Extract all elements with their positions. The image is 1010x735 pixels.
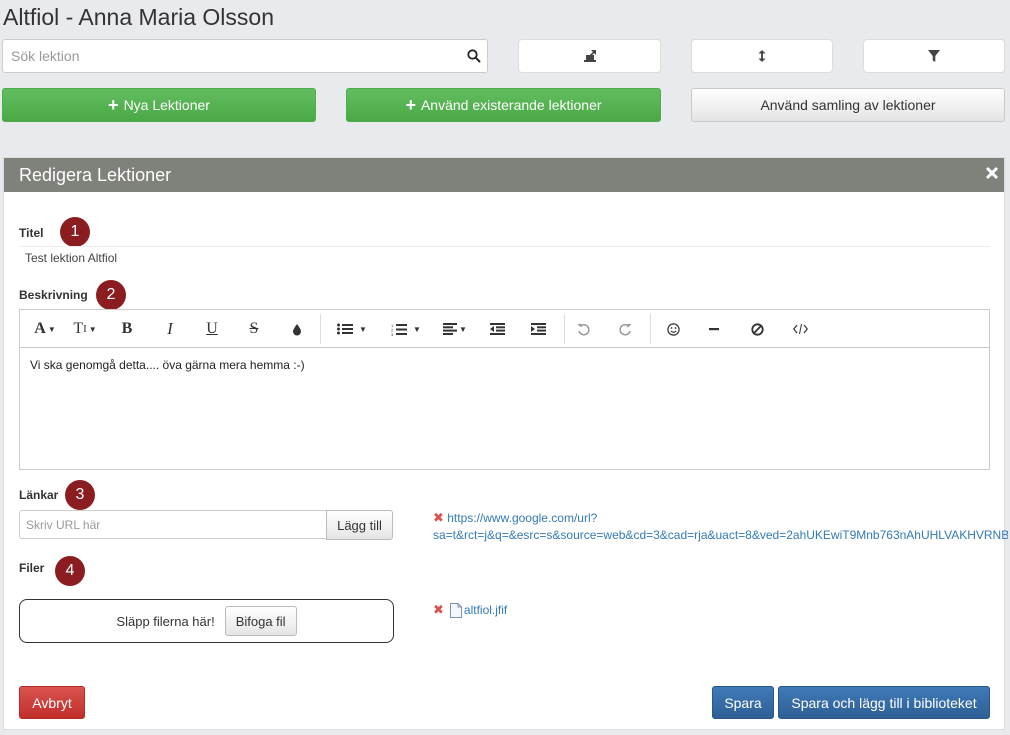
link-url-line2[interactable]: sa=t&rct=j&q=&esrc=s&source=web&cd=3&cad… <box>433 528 1008 542</box>
strikethrough-icon[interactable]: S <box>239 310 269 348</box>
bullet-list-icon[interactable]: ▼ <box>332 310 372 348</box>
file-item: ✖ altfiol.jfif <box>433 602 507 618</box>
use-collection-button[interactable]: Använd samling av lektioner <box>691 88 1005 122</box>
close-icon[interactable] <box>984 165 1000 181</box>
page-title: Altfiol - Anna Maria Olsson <box>3 4 275 30</box>
title-value[interactable]: Test lektion Altfiol <box>25 251 117 265</box>
bold-icon[interactable]: B <box>112 310 142 348</box>
svg-text:3: 3 <box>391 332 394 336</box>
rich-text-editor: A ▼ T I ▼ B I U S ▼ 1 2 3 ▼ ▼ Vi ska gen… <box>19 309 990 470</box>
sort-button[interactable] <box>691 39 833 73</box>
use-existing-label: Använd existerande lektioner <box>420 97 602 113</box>
save-to-library-button[interactable]: Spara och lägg till i biblioteket <box>778 686 990 719</box>
url-field <box>19 510 327 539</box>
plus-icon: + <box>405 95 416 115</box>
editor-content[interactable]: Vi ska genomgå detta.... öva gärna mera … <box>30 358 305 372</box>
code-view-icon[interactable] <box>785 310 815 348</box>
save-button[interactable]: Spara <box>712 686 774 719</box>
use-collection-label: Använd samling av lektioner <box>760 97 936 113</box>
description-label: Beskrivning <box>19 288 88 302</box>
edit-lessons-panel: Redigera Lektioner Titel 1 Test lektion … <box>3 157 1008 730</box>
files-label: Filer <box>19 561 45 575</box>
new-lessons-label: Nya Lektioner <box>123 97 210 113</box>
panel-header: Redigera Lektioner <box>4 158 1004 192</box>
attach-file-button[interactable]: Bifoga fil <box>224 606 297 636</box>
cancel-button[interactable]: Avbryt <box>19 686 85 719</box>
link-url-line1[interactable]: https://www.google.com/url? <box>447 511 597 525</box>
clear-format-icon[interactable] <box>742 310 772 348</box>
new-lessons-button[interactable]: + Nya Lektioner <box>2 88 316 122</box>
numbered-list-icon[interactable]: 1 2 3 ▼ <box>386 310 426 348</box>
underline-icon[interactable]: U <box>197 310 227 348</box>
filter-icon <box>928 50 940 62</box>
search-box <box>2 39 488 73</box>
remove-link-icon[interactable]: ✖ <box>433 510 444 525</box>
toolbar-separator <box>564 314 565 344</box>
add-link-button[interactable]: Lägg till <box>326 510 393 540</box>
editor-toolbar: A ▼ T I ▼ B I U S ▼ 1 2 3 ▼ ▼ <box>20 310 989 348</box>
remove-file-icon[interactable]: ✖ <box>433 602 444 618</box>
font-icon[interactable]: A ▼ <box>28 310 62 348</box>
undo-icon[interactable] <box>568 310 598 348</box>
file-icon <box>449 602 462 618</box>
export-icon <box>583 50 596 62</box>
step-badge: 2 <box>96 280 126 310</box>
emoji-icon[interactable] <box>658 310 688 348</box>
step-badge: 1 <box>60 217 90 247</box>
search-input[interactable] <box>3 40 443 72</box>
plus-icon: + <box>108 95 119 115</box>
toolbar-separator <box>650 314 651 344</box>
horizontal-rule-icon[interactable] <box>699 310 729 348</box>
outdent-icon[interactable] <box>482 310 512 348</box>
link-item: ✖ https://www.google.com/url? sa=t&rct=j… <box>433 509 1008 544</box>
file-name[interactable]: altfiol.jfif <box>464 603 507 617</box>
use-existing-lessons-button[interactable]: + Använd existerande lektioner <box>346 88 661 122</box>
align-icon[interactable]: ▼ <box>438 310 472 348</box>
file-dropzone[interactable]: Släpp filerna här! Bifoga fil <box>19 599 394 643</box>
dropzone-text: Släpp filerna här! <box>116 613 215 629</box>
redo-icon[interactable] <box>610 310 640 348</box>
search-icon[interactable] <box>467 49 481 63</box>
italic-icon[interactable]: I <box>155 310 185 348</box>
sort-icon <box>758 50 766 62</box>
step-badge: 4 <box>55 556 85 586</box>
text-size-icon[interactable]: T I ▼ <box>68 310 102 348</box>
divider <box>19 246 990 247</box>
export-button[interactable] <box>518 39 661 73</box>
text-color-icon[interactable] <box>282 310 312 348</box>
step-badge: 3 <box>65 480 95 510</box>
title-label: Titel <box>19 226 44 240</box>
toolbar-separator <box>320 314 321 344</box>
links-label: Länkar <box>19 488 59 502</box>
filter-button[interactable] <box>863 39 1005 73</box>
indent-icon[interactable] <box>523 310 553 348</box>
panel-title: Redigera Lektioner <box>19 165 172 185</box>
url-input[interactable] <box>20 511 320 538</box>
